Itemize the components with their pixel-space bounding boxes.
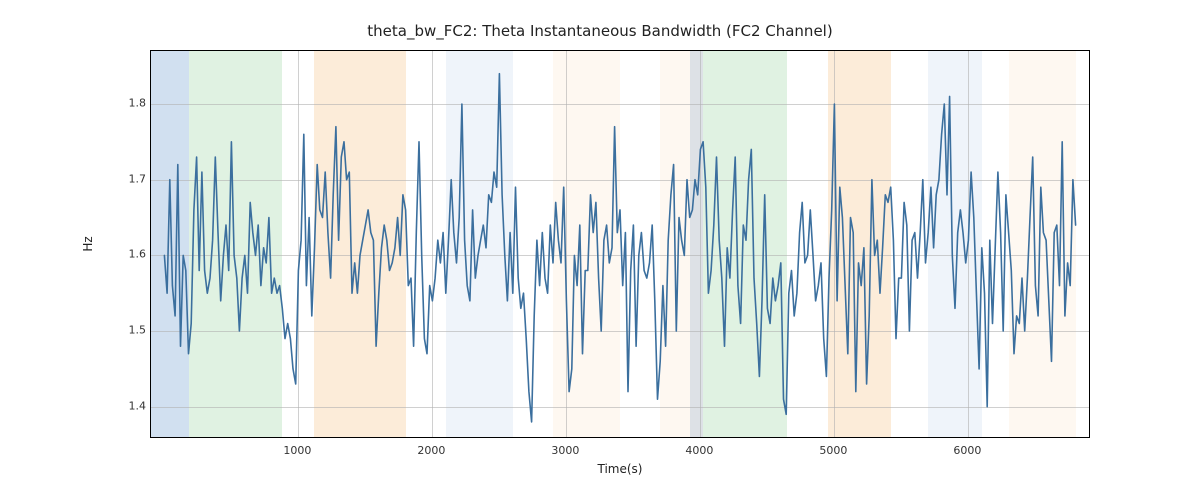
x-tick-label: 5000 <box>819 444 847 457</box>
chart-figure: theta_bw_FC2: Theta Instantaneous Bandwi… <box>0 0 1200 500</box>
x-tick-label: 6000 <box>953 444 981 457</box>
x-tick-label: 2000 <box>417 444 445 457</box>
y-tick-label: 1.4 <box>118 399 146 412</box>
x-tick-label: 3000 <box>551 444 579 457</box>
y-tick-label: 1.6 <box>118 248 146 261</box>
chart-title: theta_bw_FC2: Theta Instantaneous Bandwi… <box>0 22 1200 40</box>
y-axis-label: Hz <box>81 236 95 251</box>
plot-area <box>150 50 1090 438</box>
x-tick-label: 4000 <box>685 444 713 457</box>
y-tick-label: 1.5 <box>118 324 146 337</box>
line-series <box>151 51 1089 437</box>
y-tick-label: 1.7 <box>118 172 146 185</box>
x-axis-label: Time(s) <box>150 462 1090 476</box>
y-tick-label: 1.8 <box>118 96 146 109</box>
x-tick-label: 1000 <box>283 444 311 457</box>
